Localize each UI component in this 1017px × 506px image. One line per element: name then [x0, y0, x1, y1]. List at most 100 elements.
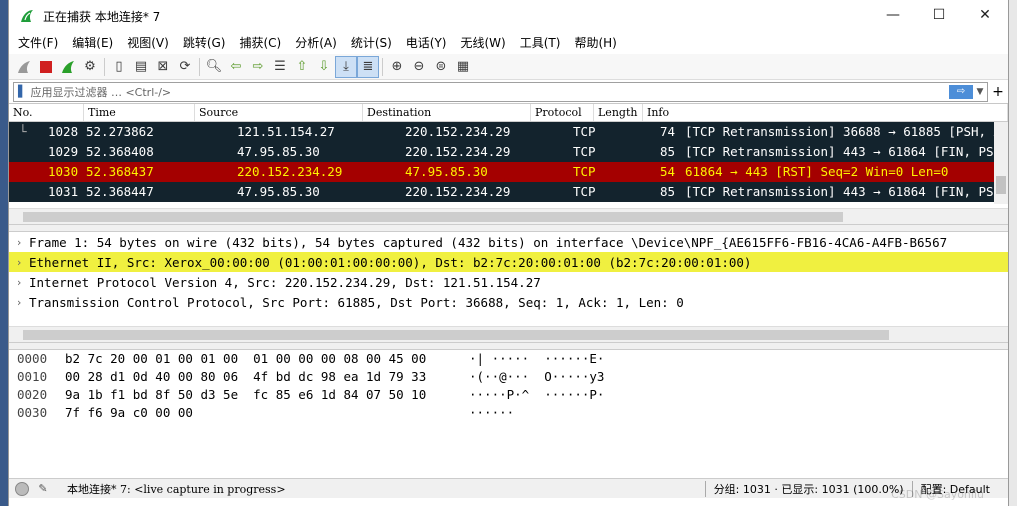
bytes-ascii[interactable]: ······ [469, 404, 514, 422]
packet-destination: 220.152.234.29 [405, 144, 511, 159]
packet-list-header: No. Time Source Destination Protocol Len… [9, 104, 1008, 122]
bytes-row: 0020 9a 1b f1 bd 8f 50 d3 5e fc 85 e6 1d… [9, 386, 1008, 404]
colorize-icon[interactable]: ≣ [357, 55, 379, 78]
conversation-marker: └ [19, 124, 27, 139]
filter-bookmark-icon[interactable]: ▌ [18, 85, 26, 98]
maximize-button[interactable]: ☐ [916, 0, 962, 30]
find-packet-search-icon[interactable]: 🔍︎ [203, 56, 225, 78]
packet-list-vertical-scrollbar[interactable] [994, 122, 1008, 204]
menu-statistics[interactable]: 统计(S) [344, 32, 399, 54]
column-header-source[interactable]: Source [195, 104, 363, 121]
packet-list-horizontal-scrollbar[interactable] [9, 208, 1008, 224]
wireshark-fin-icon [21, 10, 33, 22]
pane-splitter[interactable] [9, 342, 1008, 350]
close-button[interactable]: ✕ [962, 0, 1008, 30]
scrollbar-thumb[interactable] [23, 330, 889, 340]
restart-capture-icon[interactable] [57, 56, 79, 78]
menu-wireless[interactable]: 无线(W) [454, 32, 513, 54]
detail-tree-item-ethernet[interactable]: › Ethernet II, Src: Xerox_00:00:00 (01:0… [9, 252, 1008, 272]
packet-row[interactable]: 1029 52.368408 47.95.85.30 220.152.234.2… [9, 142, 1008, 162]
menu-view[interactable]: 视图(V) [120, 32, 176, 54]
scrollbar-thumb[interactable] [23, 212, 843, 222]
column-header-info[interactable]: Info [643, 104, 1008, 121]
bytes-hex[interactable]: 00 28 d1 0d 40 00 80 06 4f bd dc 98 ea 1… [59, 368, 469, 386]
column-header-length[interactable]: Length [594, 104, 643, 121]
first-packet-icon[interactable]: ⇧ [291, 56, 313, 78]
zoom-out-icon[interactable]: ⊖ [408, 56, 430, 78]
bytes-ascii[interactable]: ·| ····· ······E· [469, 350, 604, 368]
resize-columns-icon[interactable]: ▦ [452, 56, 474, 78]
status-interface: 本地连接* 7: <live capture in progress> [67, 482, 286, 496]
autoscroll-icon[interactable]: ⤓ [335, 55, 357, 78]
menu-capture[interactable]: 捕获(C) [232, 32, 288, 54]
status-separator [704, 480, 706, 497]
chevron-right-icon[interactable]: › [9, 256, 29, 269]
packet-info: [TCP Retransmission] 36688 → 61885 [PSH,… [685, 124, 994, 139]
detail-text: Ethernet II, Src: Xerox_00:00:00 (01:00:… [29, 254, 752, 270]
stop-capture-icon[interactable] [35, 56, 57, 78]
menu-file[interactable]: 文件(F) [11, 32, 65, 54]
minimize-button[interactable]: — [870, 0, 916, 30]
bytes-hex[interactable]: 9a 1b f1 bd 8f 50 d3 5e fc 85 e6 1d 84 0… [59, 386, 469, 404]
normal-size-icon[interactable]: ⊜ [430, 56, 452, 78]
watermark-text: CSDN @Sayonliu [891, 488, 984, 501]
column-header-no[interactable]: No. [9, 104, 84, 121]
pane-splitter[interactable] [9, 224, 1008, 232]
detail-tree-item-tcp[interactable]: › Transmission Control Protocol, Src Por… [9, 292, 1008, 312]
go-back-arrow-icon[interactable]: ⇦ [225, 56, 247, 78]
packet-source: 220.152.234.29 [237, 164, 343, 179]
column-header-protocol[interactable]: Protocol [531, 104, 594, 121]
filter-history-dropdown-icon[interactable]: ▼ [973, 87, 987, 97]
reload-file-icon[interactable]: ⟳ [174, 56, 196, 78]
open-file-icon[interactable]: ▯ [108, 56, 130, 78]
packet-row[interactable]: 1031 52.368447 47.95.85.30 220.152.234.2… [9, 182, 1008, 202]
packet-row[interactable]: └ 1028 52.273862 121.51.154.27 220.152.2… [9, 122, 1008, 142]
save-file-icon[interactable]: ▤ [130, 56, 152, 78]
toolbar-separator [104, 57, 105, 76]
chevron-right-icon[interactable]: › [9, 276, 29, 289]
column-header-time[interactable]: Time [84, 104, 195, 121]
details-horizontal-scrollbar[interactable] [9, 326, 1008, 342]
menu-analyze[interactable]: 分析(A) [288, 32, 344, 54]
bytes-offset: 0020 [17, 387, 48, 402]
menu-help[interactable]: 帮助(H) [567, 32, 623, 54]
bytes-hex[interactable]: b2 7c 20 00 01 00 01 00 01 00 00 00 08 0… [59, 350, 469, 368]
title-bar: 正在捕获 本地连接* 7 — ☐ ✕ [9, 0, 1008, 32]
start-capture-fin-icon[interactable] [13, 56, 35, 78]
capture-comment-edit-icon[interactable]: ✎ [35, 482, 51, 495]
menu-telephony[interactable]: 电话(Y) [399, 32, 454, 54]
detail-tree-item-frame[interactable]: › Frame 1: 54 bytes on wire (432 bits), … [9, 232, 1008, 252]
apply-filter-arrow-icon[interactable]: ⇨ [949, 84, 973, 99]
chevron-right-icon[interactable]: › [9, 296, 29, 309]
chevron-right-icon[interactable]: › [9, 236, 29, 249]
display-filter-input[interactable]: ▌ 应用显示过滤器 … <Ctrl-/> ⇨ ▼ [13, 81, 988, 102]
packet-row-selected[interactable]: 1030 52.368437 220.152.234.29 47.95.85.3… [9, 162, 1008, 182]
packet-info: [TCP Retransmission] 443 → 61864 [FIN, P… [685, 144, 994, 159]
zoom-in-icon[interactable]: ⊕ [386, 56, 408, 78]
menu-edit[interactable]: 编辑(E) [65, 32, 120, 54]
capture-options-gear-icon[interactable]: ⚙ [79, 56, 101, 78]
last-packet-icon[interactable]: ⇩ [313, 56, 335, 78]
detail-tree-item-ipv4[interactable]: › Internet Protocol Version 4, Src: 220.… [9, 272, 1008, 292]
packet-source: 121.51.154.27 [237, 124, 335, 139]
go-forward-arrow-icon[interactable]: ⇨ [247, 56, 269, 78]
close-file-icon[interactable]: ⊠ [152, 56, 174, 78]
column-header-destination[interactable]: Destination [363, 104, 531, 121]
scrollbar-thumb[interactable] [996, 176, 1006, 194]
packet-time: 52.368408 [86, 144, 154, 159]
add-filter-button[interactable]: + [988, 84, 1008, 100]
detail-text: Transmission Control Protocol, Src Port:… [29, 294, 684, 310]
expert-info-status-icon[interactable] [15, 481, 29, 496]
menu-go[interactable]: 跳转(G) [176, 32, 233, 54]
go-to-packet-icon[interactable]: ☰ [269, 56, 291, 78]
bytes-ascii[interactable]: ·(··@··· O·····y3 [469, 368, 604, 386]
packet-destination: 220.152.234.29 [405, 124, 511, 139]
status-packet-counts: 分组: 1031 · 已显示: 1031 (100.0%) [713, 482, 904, 496]
packet-protocol: TCP [573, 164, 596, 179]
packet-details-pane: › Frame 1: 54 bytes on wire (432 bits), … [9, 232, 1008, 342]
menu-tools[interactable]: 工具(T) [513, 32, 568, 54]
packet-list-pane: No. Time Source Destination Protocol Len… [9, 104, 1008, 224]
bytes-hex[interactable]: 7f f6 9a c0 00 00 [59, 404, 469, 422]
bytes-ascii[interactable]: ·····P·^ ······P· [469, 386, 604, 404]
packet-destination: 47.95.85.30 [405, 164, 488, 179]
